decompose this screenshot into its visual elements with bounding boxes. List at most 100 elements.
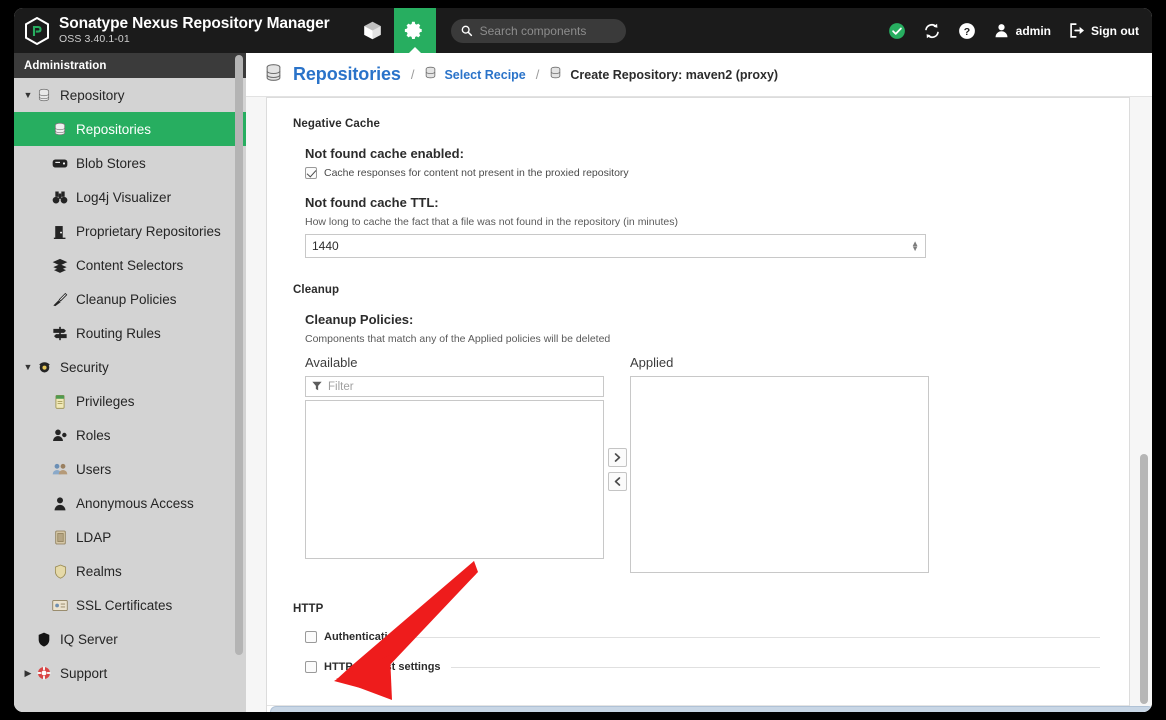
sidebar-item-label: Proprietary Repositories (76, 223, 221, 239)
background-panel-peek (270, 706, 1152, 712)
door-icon (50, 224, 70, 239)
database-icon (424, 66, 437, 84)
sidebar-scrollbar-thumb[interactable] (235, 55, 243, 655)
sidebar-item-users[interactable]: Users (14, 452, 246, 486)
sidebar-item-label: Users (76, 461, 112, 477)
app-title: Sonatype Nexus Repository Manager (59, 14, 330, 32)
sidebar-item-blob-stores[interactable]: Blob Stores (14, 146, 246, 180)
cube-icon (364, 21, 381, 40)
help-button[interactable]: ? (958, 22, 976, 40)
privilege-icon (50, 394, 70, 409)
sign-out-button[interactable]: Sign out (1068, 22, 1139, 39)
sidebar-item-routing-rules[interactable]: Routing Rules (14, 316, 246, 350)
user-menu-button[interactable]: admin (993, 22, 1051, 39)
sidebar-item-content-selectors[interactable]: Content Selectors (14, 248, 246, 282)
sidebar-item-proprietary-repositories[interactable]: Proprietary Repositories (14, 214, 246, 248)
refresh-icon (924, 23, 939, 38)
number-stepper-icon[interactable]: ▲ ▼ (911, 240, 919, 253)
sidebar-item-realms[interactable]: Realms (14, 554, 246, 588)
sidebar-group-support[interactable]: ▶ Support (14, 656, 246, 690)
app-version: OSS 3.40.1-01 (59, 33, 130, 46)
content-scrollbar-thumb[interactable] (1140, 454, 1148, 704)
sidebar-item-privileges[interactable]: Privileges (14, 384, 246, 418)
available-filter-placeholder: Filter (328, 380, 354, 393)
sidebar-item-log4j-visualizer[interactable]: Log4j Visualizer (14, 180, 246, 214)
svg-text:?: ? (963, 25, 969, 37)
http-authentication-checkbox[interactable] (305, 631, 317, 643)
sidebar-item-ldap[interactable]: LDAP (14, 520, 246, 554)
sidebar-group-repository[interactable]: ▼ Repository (14, 78, 246, 112)
sidebar-item-label: Routing Rules (76, 325, 161, 341)
not-found-cache-ttl-label: Not found cache TTL: (305, 195, 439, 210)
brand-text: Sonatype Nexus Repository Manager OSS 3.… (59, 14, 330, 46)
broom-icon (50, 292, 70, 307)
applied-policies-list[interactable] (630, 376, 929, 573)
sidebar-item-label: Content Selectors (76, 257, 184, 273)
search-placeholder: Search components (479, 23, 587, 38)
sidebar-item-label: Realms (76, 563, 122, 579)
create-repository-form-panel: Negative Cache Not found cache enabled: … (266, 97, 1130, 712)
tab-browse[interactable] (352, 8, 394, 53)
search-input[interactable]: Search components (450, 18, 626, 43)
sidebar-item-anonymous-access[interactable]: Anonymous Access (14, 486, 246, 520)
sidebar-item-iq-server[interactable]: IQ Server (14, 622, 246, 656)
security-icon (34, 360, 54, 374)
refresh-button[interactable] (923, 22, 941, 40)
binoculars-icon (50, 190, 70, 205)
cleanup-policies-label: Cleanup Policies: (305, 312, 414, 327)
negative-cache-fields: Not found cache enabled: Cache responses… (293, 146, 1100, 258)
move-left-button[interactable] (607, 471, 627, 491)
signpost-icon (50, 326, 70, 341)
applied-column: Applied (630, 355, 929, 573)
http-request-settings-checkbox[interactable] (305, 661, 317, 673)
http-authentication-row[interactable]: Authentication (305, 631, 1100, 643)
health-status-button[interactable] (888, 22, 906, 40)
chevron-down-icon: ▼ (23, 362, 33, 372)
move-right-button[interactable] (607, 447, 627, 467)
sign-out-icon (1070, 23, 1085, 38)
available-filter-input[interactable]: Filter (305, 376, 604, 397)
users-icon (50, 462, 70, 476)
sidebar-item-label: LDAP (76, 529, 112, 545)
not-found-cache-enabled-checkbox-row[interactable]: Cache responses for content not present … (305, 167, 1100, 179)
divider (411, 636, 1100, 638)
content-scrollbar[interactable] (1140, 99, 1148, 709)
user-icon (995, 24, 1008, 38)
anonymous-user-icon (50, 496, 70, 511)
sidebar-scrollbar[interactable] (235, 55, 243, 655)
section-negative-cache-title: Negative Cache (293, 118, 381, 130)
not-found-cache-ttl-hint: How long to cache the fact that a file w… (305, 216, 678, 228)
cleanup-policies-dual-list: Available Filter Applied (305, 355, 1100, 573)
sidebar-item-repositories[interactable]: Repositories (14, 112, 246, 146)
sidebar-item-cleanup-policies[interactable]: Cleanup Policies (14, 282, 246, 316)
sidebar-group-security[interactable]: ▼ Security (14, 350, 246, 384)
brand-block[interactable]: Sonatype Nexus Repository Manager OSS 3.… (14, 8, 330, 53)
not-found-cache-enabled-checkbox[interactable] (305, 167, 317, 179)
dual-list-transfer-buttons (604, 355, 630, 573)
search-icon (461, 25, 472, 37)
sidebar-group-label: Security (60, 359, 109, 375)
sidebar-item-roles[interactable]: Roles (14, 418, 246, 452)
sidebar-scroll-region[interactable]: ▼ Repository Repositories Blob Stores Lo… (14, 78, 246, 712)
available-policies-list[interactable] (305, 400, 604, 559)
database-icon (34, 88, 54, 102)
chevron-left-icon (614, 476, 620, 486)
sidebar-item-label: SSL Certificates (76, 597, 173, 613)
ldap-book-icon (50, 530, 70, 545)
available-column: Available Filter (305, 355, 604, 573)
lifebuoy-icon (34, 666, 54, 680)
database-icon (549, 66, 562, 84)
page-title[interactable]: Repositories (293, 64, 401, 85)
shield-solid-icon (34, 632, 54, 647)
sidebar-item-ssl-certificates[interactable]: SSL Certificates (14, 588, 246, 622)
http-request-settings-row[interactable]: HTTP request settings (305, 661, 1100, 673)
chevron-right-icon (614, 452, 620, 462)
sign-out-label: Sign out (1091, 23, 1139, 38)
tab-administration[interactable] (393, 8, 436, 53)
not-found-cache-ttl-input[interactable]: 1440 ▲ ▼ (305, 234, 926, 258)
header-tabs (352, 8, 436, 53)
sidebar-item-label: Support (60, 665, 108, 681)
sidebar-item-label: IQ Server (60, 631, 118, 647)
breadcrumb-select-recipe[interactable]: Select Recipe (444, 68, 525, 82)
cleanup-fields: Cleanup Policies: Components that match … (293, 312, 1100, 573)
